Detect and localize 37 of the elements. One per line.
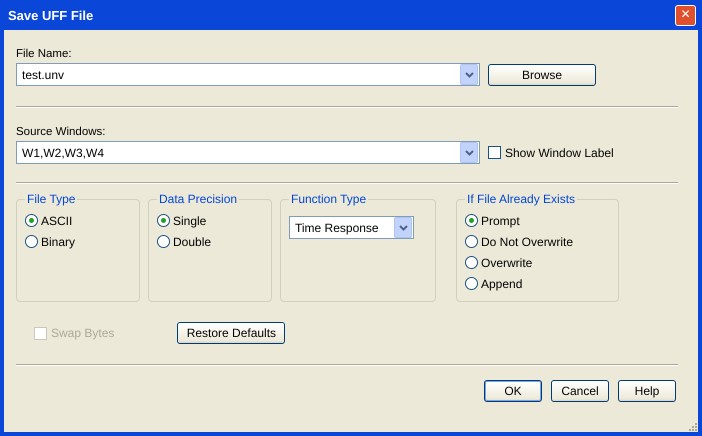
radio-option[interactable]: Single	[157, 210, 263, 231]
group-title: Data Precision	[158, 192, 238, 206]
radio-button-icon[interactable]	[465, 256, 478, 269]
file-name-combo[interactable]: test.unv	[16, 63, 480, 86]
close-button[interactable]: ×	[675, 4, 696, 26]
group-title: Function Type	[290, 192, 368, 206]
radio-option[interactable]: Append	[465, 273, 610, 294]
group-title: If File Already Exists	[466, 192, 576, 206]
function-type-combo[interactable]: Time Response	[289, 216, 414, 239]
source-windows-combo[interactable]: W1,W2,W3,W4	[16, 141, 480, 164]
radio-button-icon[interactable]	[157, 214, 170, 227]
radio-button-icon[interactable]	[465, 277, 478, 290]
radio-button-icon[interactable]	[25, 214, 38, 227]
show-window-label-checkbox[interactable]: Show Window Label	[488, 146, 614, 160]
radio-option[interactable]: Do Not Overwrite	[465, 231, 610, 252]
dialog-button[interactable]: Cancel	[551, 380, 609, 402]
combo-value: test.unv	[22, 68, 64, 82]
field-label: File Name:	[16, 48, 72, 60]
radio-button-icon[interactable]	[465, 214, 478, 227]
dialog-button[interactable]: Help	[618, 380, 676, 402]
restore-defaults-button[interactable]: Restore Defaults	[177, 322, 286, 344]
radio-option[interactable]: ASCII	[25, 210, 131, 231]
radio-button-icon[interactable]	[157, 235, 170, 248]
window-title: Save UFF File	[8, 8, 94, 22]
radio-option[interactable]: Binary	[25, 231, 131, 252]
combo-value: W1,W2,W3,W4	[22, 146, 104, 160]
browse-button[interactable]: Browse	[488, 64, 596, 86]
resize-grip-icon[interactable]	[687, 421, 697, 431]
group-title: File Type	[26, 192, 76, 206]
field-label: Source Windows:	[16, 126, 106, 138]
radio-option[interactable]: Double	[157, 231, 263, 252]
radio-option[interactable]: Overwrite	[465, 252, 610, 273]
radio-option[interactable]: Prompt	[465, 210, 610, 231]
dialog-button[interactable]: OK	[484, 380, 542, 402]
radio-button-icon[interactable]	[25, 235, 38, 248]
radio-button-icon[interactable]	[465, 235, 478, 248]
combo-value: Time Response	[295, 220, 379, 234]
